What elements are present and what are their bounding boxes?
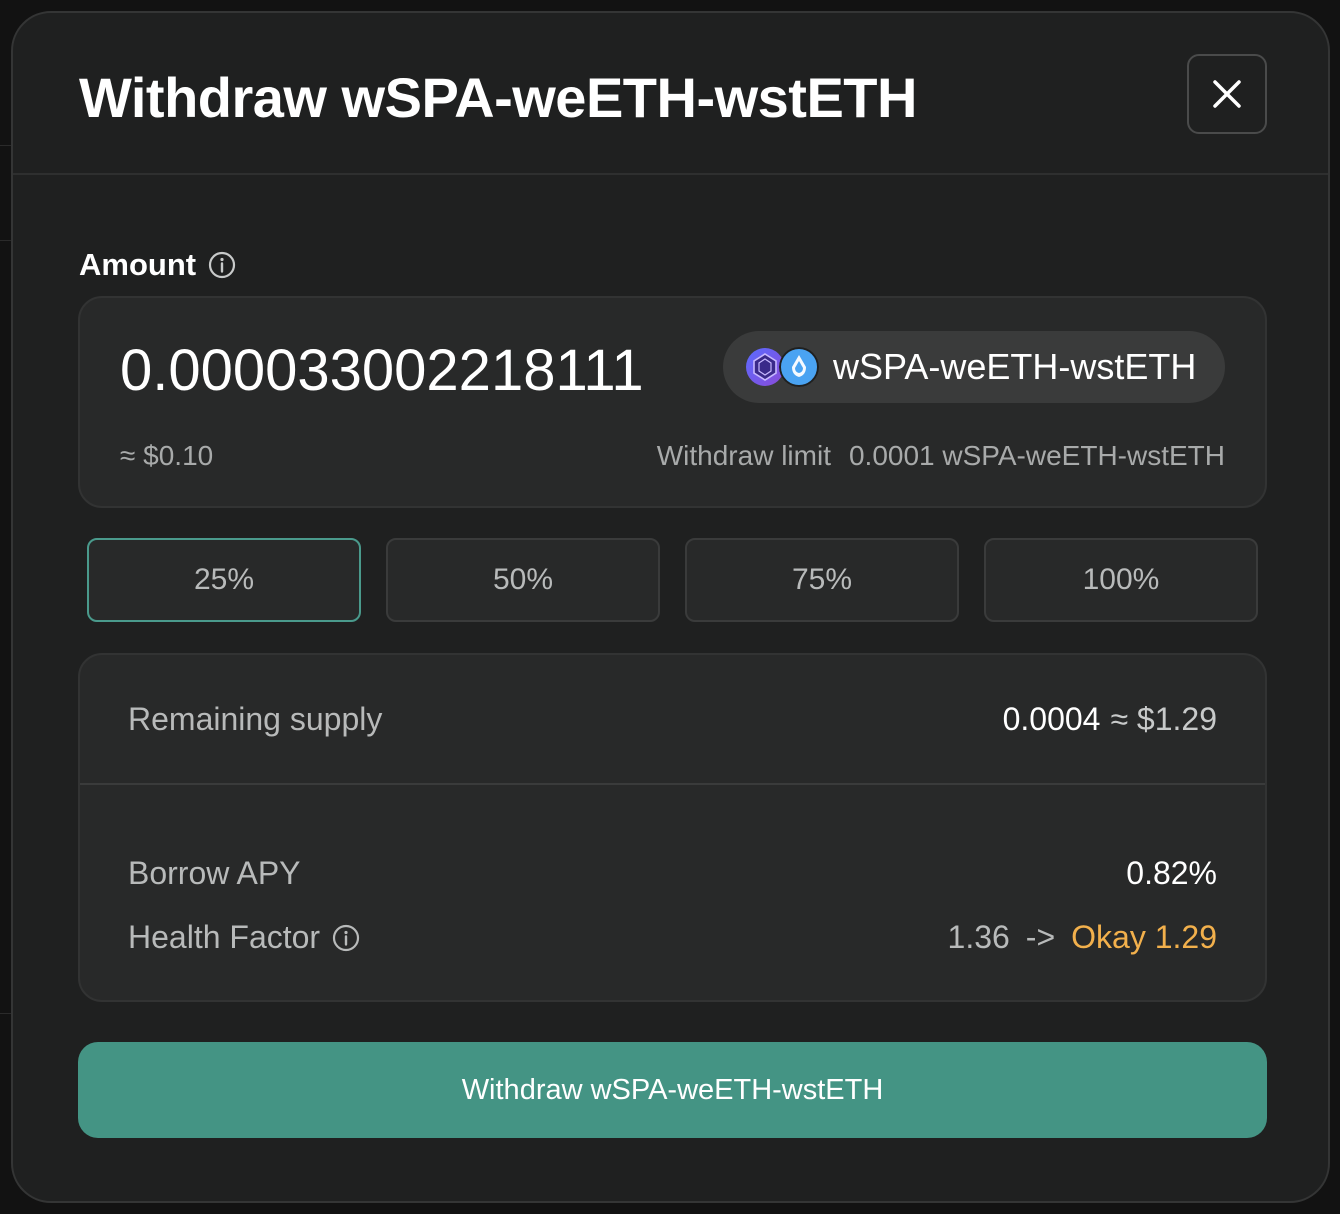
close-icon — [1213, 80, 1241, 108]
percent-buttons: 25% 50% 75% 100% — [87, 538, 1259, 622]
amount-input[interactable] — [120, 328, 650, 412]
withdraw-submit-button[interactable]: Withdraw wSPA-weETH-wstETH — [78, 1042, 1267, 1138]
withdraw-limit-value: 0.0001 wSPA-weETH-wstETH — [848, 440, 1225, 471]
amount-label-text: Amount — [79, 247, 197, 282]
health-factor-arrow: -> — [1025, 919, 1056, 955]
amount-box: wSPA-weETH-wstETH ≈ $0.10 Withdraw limit… — [78, 296, 1267, 508]
health-factor-label-text: Health Factor — [128, 919, 321, 955]
token-name: wSPA-weETH-wstETH — [833, 346, 1197, 387]
info-icon[interactable] — [208, 251, 236, 279]
withdraw-limit: Withdraw limit 0.0001 wSPA-weETH-wstETH — [657, 440, 1225, 472]
modal-title: Withdraw wSPA-weETH-wstETH — [79, 66, 917, 129]
token-pair-icons — [745, 347, 819, 387]
percent-75-button[interactable]: 75% — [685, 538, 959, 622]
close-button[interactable] — [1187, 54, 1267, 134]
info-icon[interactable] — [332, 924, 360, 952]
details-box: Remaining supply 0.0004 ≈ $1.29 Borrow A… — [78, 653, 1267, 1002]
borrow-apy-value: 0.82% — [1126, 855, 1217, 891]
percent-50-button[interactable]: 50% — [386, 538, 660, 622]
health-factor-label: Health Factor — [128, 919, 360, 956]
health-factor-new: Okay 1.29 — [1071, 919, 1217, 955]
steth-token-icon — [779, 347, 819, 387]
health-factor-value: 1.36 -> Okay 1.29 — [948, 919, 1217, 956]
remaining-supply-amount: 0.0004 — [1002, 701, 1101, 737]
remaining-supply-value: 0.0004 ≈ $1.29 — [1003, 701, 1217, 738]
modal-header: Withdraw wSPA-weETH-wstETH — [13, 13, 1328, 175]
withdraw-modal: Withdraw wSPA-weETH-wstETH Amount 0.0000… — [11, 11, 1330, 1203]
details-divider — [80, 783, 1265, 785]
usd-estimate: ≈ $0.10 — [120, 440, 214, 471]
borrow-apy-label: Borrow APY — [128, 855, 301, 891]
token-selector[interactable]: wSPA-weETH-wstETH — [723, 331, 1225, 403]
remaining-supply-label: Remaining supply — [128, 701, 383, 737]
withdraw-limit-label: Withdraw limit — [656, 440, 831, 471]
remaining-supply-usd: ≈ $1.29 — [1110, 701, 1217, 737]
percent-100-button[interactable]: 100% — [984, 538, 1258, 622]
percent-25-button[interactable]: 25% — [87, 538, 361, 622]
health-factor-current: 1.36 — [947, 919, 1010, 955]
amount-label: Amount — [79, 247, 236, 283]
